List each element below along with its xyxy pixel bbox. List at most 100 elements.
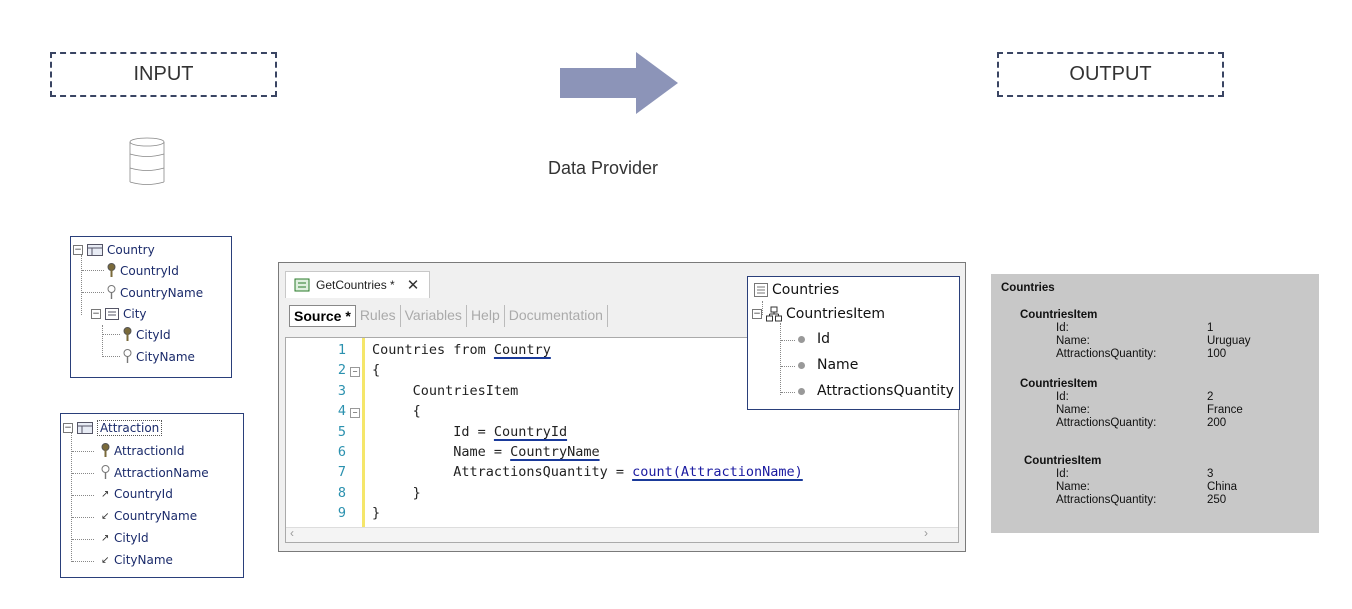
field-dot-icon xyxy=(798,361,805,369)
output-value: Uruguay xyxy=(1207,335,1251,347)
sdt-item-node[interactable]: − CountriesItem xyxy=(752,306,885,322)
tree-item[interactable]: CountryId xyxy=(107,263,179,278)
code-text: { xyxy=(372,362,380,378)
tree-item[interactable]: AttractionId xyxy=(101,443,184,458)
tree-item-label: AttractionName xyxy=(114,465,209,480)
fold-toggle-icon[interactable]: − xyxy=(350,367,360,378)
data-provider-label: Data Provider xyxy=(548,158,659,178)
city-node[interactable]: − City xyxy=(91,307,147,321)
tree-item[interactable]: ↗ CountryId xyxy=(101,487,173,501)
output-item-label: CountriesItem xyxy=(1024,455,1102,467)
code-reference[interactable]: Country xyxy=(494,342,551,358)
output-title: Countries xyxy=(1001,282,1055,294)
line-number: 6 xyxy=(337,444,346,460)
line-number: 5 xyxy=(337,423,346,440)
tree-item-label: CountryName xyxy=(114,509,198,523)
code-text: { xyxy=(372,403,421,419)
primary-key-icon xyxy=(123,327,132,341)
tree-item-label: AttractionId xyxy=(114,443,185,458)
output-label: OUTPUT xyxy=(997,52,1224,97)
tab-rules[interactable]: Rules xyxy=(356,305,401,327)
level-icon xyxy=(105,308,119,320)
horizontal-scrollbar[interactable]: ‹ › xyxy=(286,526,958,542)
editor-tab[interactable]: GetCountries * ✕ xyxy=(285,271,431,298)
country-root-node[interactable]: − Country xyxy=(73,243,155,257)
editor-tab-title: GetCountries * xyxy=(316,278,395,292)
sdt-field[interactable]: AttractionsQuantity xyxy=(798,383,954,399)
output-value: China xyxy=(1207,481,1238,493)
output-key: Name: xyxy=(1056,481,1090,493)
sdt-structure-panel: Countries − CountriesItem Id Name Attrac… xyxy=(747,276,960,410)
flow-arrow xyxy=(560,52,678,114)
tree-item-label: CountryId xyxy=(120,263,179,278)
country-structure-panel: − Country CountryId CountryName − City C… xyxy=(70,236,232,378)
tab-variables[interactable]: Variables xyxy=(401,305,467,327)
primary-key-icon xyxy=(107,263,116,277)
close-icon[interactable]: ✕ xyxy=(407,276,420,294)
attraction-structure-panel: − Attraction AttractionId AttractionName… xyxy=(60,413,244,578)
line-number: 2 xyxy=(337,362,346,379)
tree-item-label: CountryId xyxy=(114,487,173,501)
output-item-label: CountriesItem xyxy=(1020,378,1098,390)
input-label-text: INPUT xyxy=(133,63,194,85)
output-value: France xyxy=(1207,404,1243,416)
output-value: 3 xyxy=(1207,468,1214,480)
output-value: 100 xyxy=(1207,348,1227,360)
code-reference[interactable]: CountryId xyxy=(494,424,567,440)
tree-item[interactable]: CityName xyxy=(123,349,195,364)
tree-item[interactable]: AttractionName xyxy=(101,465,209,480)
sdt-root-label: Countries xyxy=(772,282,840,298)
attribute-key-icon xyxy=(107,285,116,299)
data-provider-icon xyxy=(294,278,310,292)
tree-item[interactable]: ↙ CountryName xyxy=(101,509,197,523)
sdt-field[interactable]: Id xyxy=(798,331,830,347)
tree-item[interactable]: CountryName xyxy=(107,285,203,300)
collapse-icon[interactable]: − xyxy=(73,245,83,255)
inferred-attribute-icon: ↙ xyxy=(101,554,110,566)
sdt-root-node[interactable]: Countries xyxy=(754,282,839,298)
scroll-right-icon[interactable]: › xyxy=(924,526,928,540)
code-plain: } xyxy=(372,484,421,501)
code-text: Countries from Country xyxy=(372,342,551,358)
scroll-left-icon[interactable]: ‹ xyxy=(290,526,294,540)
line-number: 3 xyxy=(337,382,346,399)
tab-documentation[interactable]: Documentation xyxy=(505,305,608,327)
tab-help[interactable]: Help xyxy=(467,305,505,327)
tab-source[interactable]: Source * xyxy=(289,305,356,327)
code-text: AttractionsQuantity = count(AttractionNa… xyxy=(372,464,803,480)
tree-item-label: CountryName xyxy=(120,285,204,300)
attribute-key-icon xyxy=(101,465,110,479)
output-key: Name: xyxy=(1056,335,1090,347)
input-label: INPUT xyxy=(50,52,277,97)
foreign-key-up-icon: ↗ xyxy=(101,488,110,500)
tree-item[interactable]: CityId xyxy=(123,327,171,342)
output-value: 200 xyxy=(1207,417,1227,429)
collapse-icon[interactable]: − xyxy=(63,423,73,433)
field-dot-icon xyxy=(798,387,805,395)
tree-item[interactable]: ↙ CityName xyxy=(101,553,173,567)
tree-item-label: CityId xyxy=(136,327,171,342)
output-label-text: OUTPUT xyxy=(1069,63,1152,85)
tree-item[interactable]: ↗ CityId xyxy=(101,531,149,545)
collapse-icon[interactable]: − xyxy=(91,309,101,319)
line-number: 7 xyxy=(337,464,346,481)
line-number: 9 xyxy=(337,505,346,522)
code-reference[interactable]: count(AttractionName) xyxy=(632,464,803,480)
table-icon xyxy=(77,422,93,434)
fold-toggle-icon[interactable]: − xyxy=(350,408,360,419)
code-plain: Countries from xyxy=(372,342,494,358)
editor-subtabs: Source * Rules Variables Help Documentat… xyxy=(289,305,608,327)
sdt-field[interactable]: Name xyxy=(798,357,858,373)
city-node-label: City xyxy=(123,307,147,321)
code-text: CountriesItem xyxy=(372,383,519,399)
collapse-icon[interactable]: − xyxy=(752,309,762,319)
tree-item-label: CityId xyxy=(114,531,149,545)
attribute-key-icon xyxy=(123,349,132,363)
code-plain: AttractionsQuantity = xyxy=(372,464,633,481)
code-reference[interactable]: CountryName xyxy=(510,444,599,460)
output-key: Id: xyxy=(1056,391,1069,403)
attraction-root-node[interactable]: − Attraction xyxy=(63,420,163,436)
output-key: AttractionsQuantity: xyxy=(1056,494,1157,506)
code-plain: Id = xyxy=(372,423,494,440)
attraction-root-label: Attraction xyxy=(97,420,163,436)
